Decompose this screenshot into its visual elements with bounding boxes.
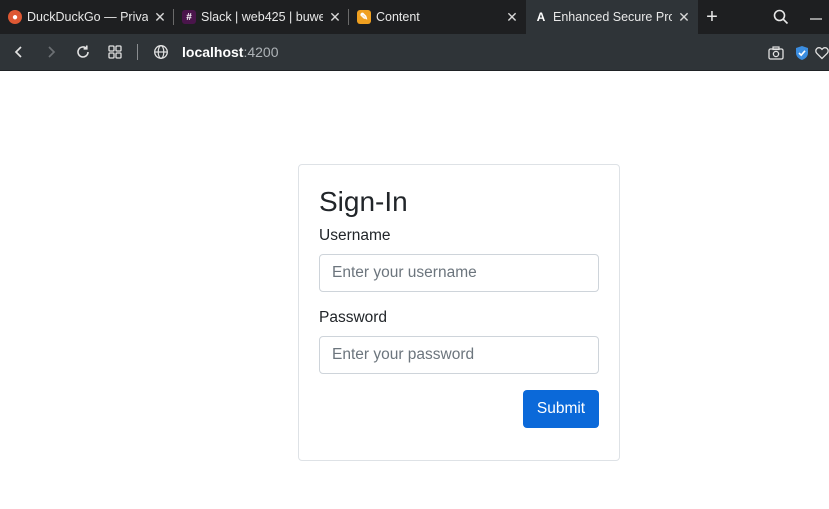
shield-icon[interactable]: [789, 38, 815, 68]
tab-title: Slack | web425 | buweb: [201, 10, 323, 24]
new-tab-button[interactable]: +: [698, 0, 726, 34]
reload-icon[interactable]: [67, 37, 99, 67]
submit-button[interactable]: Submit: [523, 389, 599, 428]
username-label: Username: [319, 226, 391, 244]
toolbar-separator: [137, 44, 138, 60]
address-bar[interactable]: localhost:4200: [182, 44, 279, 60]
tab-strip: ● DuckDuckGo — Privacy ✕ # Slack | web42…: [0, 0, 829, 34]
speed-dial-icon[interactable]: [99, 37, 131, 67]
close-icon[interactable]: ✕: [676, 9, 692, 25]
notepad-icon: ✎: [357, 10, 371, 24]
close-icon[interactable]: ✕: [327, 9, 343, 25]
username-input[interactable]: [319, 253, 599, 292]
forward-icon[interactable]: [35, 37, 67, 67]
close-icon[interactable]: ✕: [152, 9, 168, 25]
url-port: :4200: [243, 44, 279, 60]
back-icon[interactable]: [3, 37, 35, 67]
globe-icon[interactable]: [146, 37, 176, 67]
tab-title: Enhanced Secure Profile: [553, 10, 672, 24]
angular-icon: A: [536, 10, 546, 24]
tab-duckduckgo[interactable]: ● DuckDuckGo — Privacy ✕: [0, 0, 174, 34]
password-input[interactable]: [319, 335, 599, 374]
browser-toolbar: localhost:4200: [0, 34, 829, 71]
url-host: localhost: [182, 44, 244, 60]
camera-icon[interactable]: [763, 38, 789, 68]
tab-title: Content: [376, 10, 420, 24]
tab-slack[interactable]: # Slack | web425 | buweb ✕: [174, 0, 349, 34]
form-actions: Submit: [319, 389, 599, 428]
minimize-icon[interactable]: [803, 11, 829, 23]
tab-content[interactable]: ✎ Content ✕: [349, 0, 526, 34]
duckduckgo-icon: ●: [8, 10, 22, 24]
slack-icon: #: [182, 10, 196, 24]
tab-title: DuckDuckGo — Privacy: [27, 10, 148, 24]
heart-icon[interactable]: [815, 38, 829, 68]
page-title: Sign-In: [319, 186, 408, 217]
password-group: Password: [319, 309, 599, 374]
close-icon[interactable]: ✕: [504, 9, 520, 25]
signin-card: Sign-In Username Password Submit: [298, 164, 620, 461]
search-icon[interactable]: [759, 9, 803, 25]
tab-enhanced-secure-profile[interactable]: A Enhanced Secure Profile ✕: [526, 0, 698, 34]
password-label: Password: [319, 308, 388, 326]
username-group: Username: [319, 227, 599, 292]
